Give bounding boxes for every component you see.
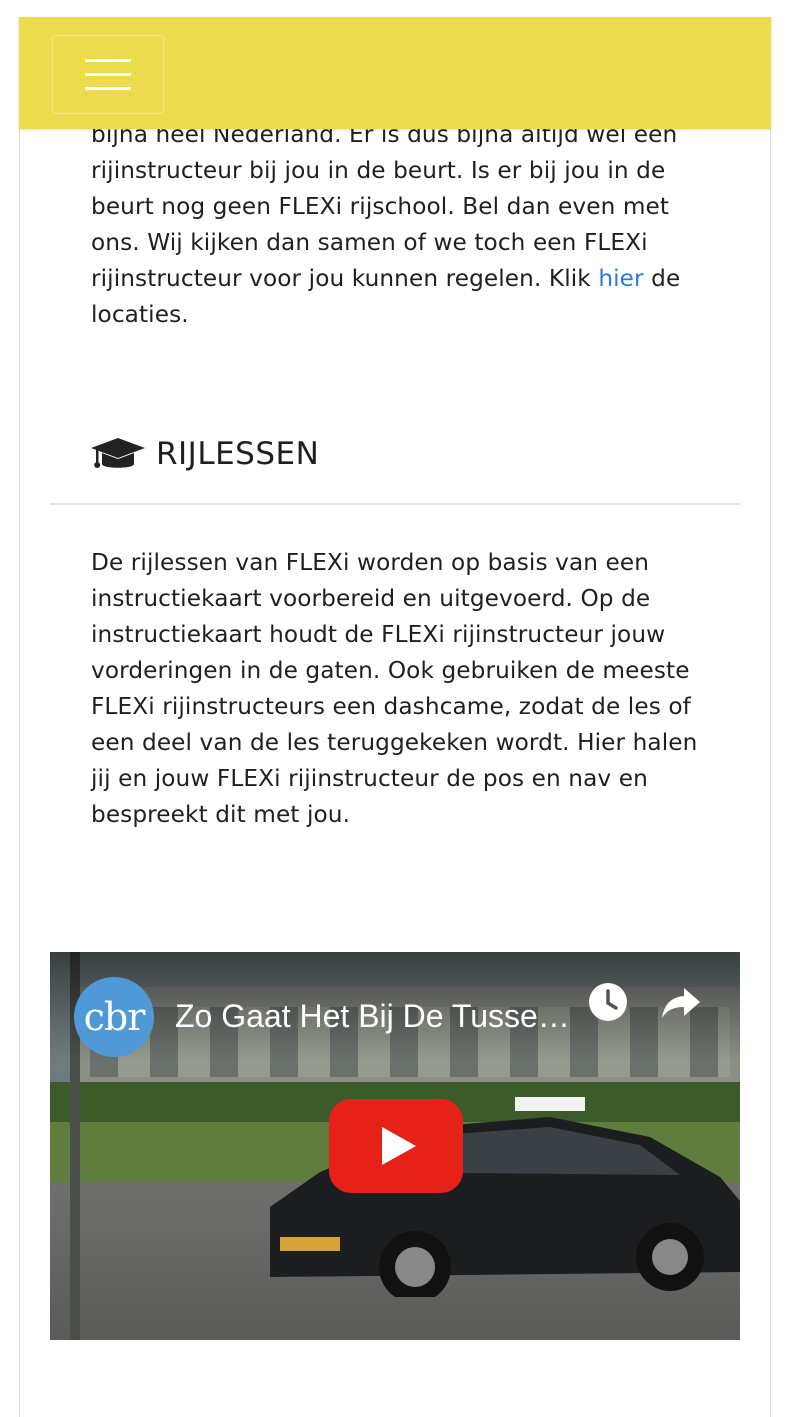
section-heading: RIJLESSEN (90, 432, 319, 476)
intro-text: bijna heel Nederland. Er is dus bijna al… (91, 121, 678, 292)
hamburger-line (85, 87, 131, 90)
top-navbar (19, 17, 771, 129)
clock-icon[interactable] (588, 982, 628, 1022)
video-player[interactable]: cbr Zo Gaat Het Bij De Tussentijdse Toet… (50, 952, 740, 1340)
page-frame: bijna heel Nederland. Er is dus bijna al… (19, 17, 771, 1417)
video-title[interactable]: Zo Gaat Het Bij De Tussentijdse Toets (175, 998, 575, 1035)
section-title: RIJLESSEN (156, 436, 320, 472)
play-icon[interactable] (329, 1099, 463, 1193)
rijlessen-paragraph: De rijlessen van FLEXi worden op basis v… (91, 549, 698, 828)
locations-link[interactable]: hier (598, 265, 643, 292)
hamburger-line (85, 73, 131, 76)
hamburger-line (85, 59, 131, 62)
section-divider (50, 503, 740, 505)
intro-paragraph: bijna heel Nederland. Er is dus bijna al… (91, 117, 701, 333)
hamburger-menu-button[interactable] (52, 35, 164, 114)
car-image (270, 1097, 740, 1297)
graduation-cap-icon (91, 438, 145, 468)
channel-logo[interactable]: cbr (74, 977, 154, 1057)
share-icon[interactable] (660, 982, 702, 1022)
